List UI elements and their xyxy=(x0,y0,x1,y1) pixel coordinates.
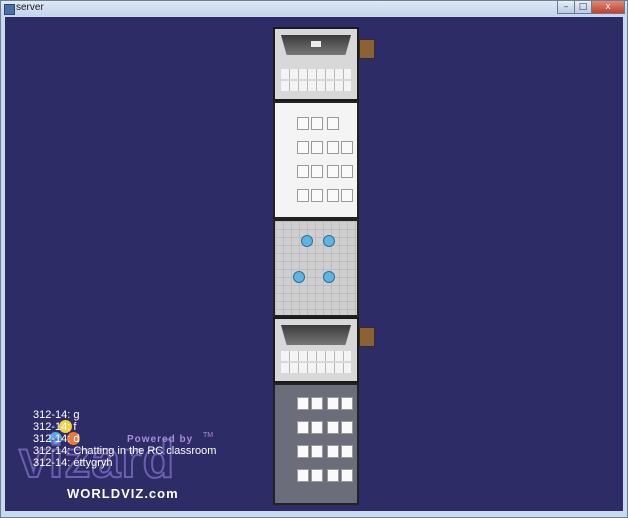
console-line: 312-14: f xyxy=(33,421,77,433)
console-line: 312-14: Chatting in the RC classroom xyxy=(33,445,217,457)
building-model xyxy=(273,27,375,509)
minimize-button[interactable]: – xyxy=(557,1,575,14)
close-button[interactable]: x xyxy=(591,1,625,14)
console-line: 312-14: d xyxy=(33,433,80,445)
classroom-grey xyxy=(273,383,359,505)
console-line: 312-14: ettygryh xyxy=(33,457,113,469)
door-bottom xyxy=(359,327,375,347)
console-line: 312-14: g xyxy=(33,409,80,421)
app-window: server – □ x vizard Powered by TM WORLDV… xyxy=(0,0,628,518)
classroom-white xyxy=(273,101,359,219)
lecture-room-bottom xyxy=(273,317,359,383)
app-icon xyxy=(4,4,15,15)
worldviz-site: WORLDVIZ.com xyxy=(67,486,179,501)
3d-viewport[interactable]: vizard Powered by TM WORLDVIZ.com 312-14… xyxy=(5,17,623,511)
chat-console: 312-14: g 312-14: f 312-14: d 312-14: Ch… xyxy=(33,409,216,469)
lab-room xyxy=(273,219,359,317)
lecture-room-top xyxy=(273,27,359,101)
title-bar[interactable]: server – □ x xyxy=(1,1,627,16)
maximize-button[interactable]: □ xyxy=(574,1,592,14)
door-top xyxy=(359,39,375,59)
window-title: server xyxy=(16,2,44,13)
